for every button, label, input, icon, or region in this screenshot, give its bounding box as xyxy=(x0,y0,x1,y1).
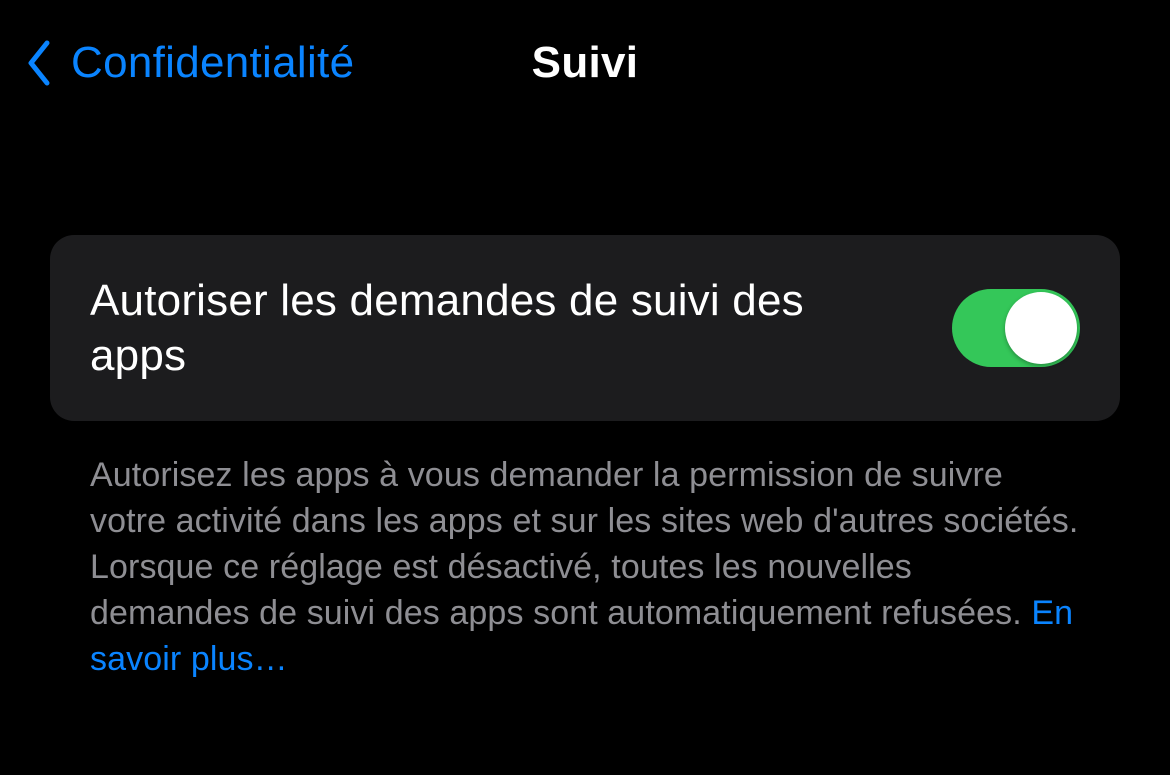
toggle-knob xyxy=(1005,292,1077,364)
setting-description: Autorisez les apps à vous demander la pe… xyxy=(50,421,1120,682)
back-label: Confidentialité xyxy=(71,38,354,88)
chevron-left-icon xyxy=(25,39,53,87)
content-area: Autoriser les demandes de suivi des apps… xyxy=(0,115,1170,682)
tracking-requests-label: Autoriser les demandes de suivi des apps xyxy=(90,273,910,383)
tracking-requests-row: Autoriser les demandes de suivi des apps xyxy=(50,235,1120,421)
tracking-requests-toggle[interactable] xyxy=(952,289,1080,367)
description-text: Autorisez les apps à vous demander la pe… xyxy=(90,456,1078,632)
page-title: Suivi xyxy=(532,38,639,88)
back-button[interactable]: Confidentialité xyxy=(25,38,354,88)
navigation-bar: Confidentialité Suivi xyxy=(0,0,1170,115)
